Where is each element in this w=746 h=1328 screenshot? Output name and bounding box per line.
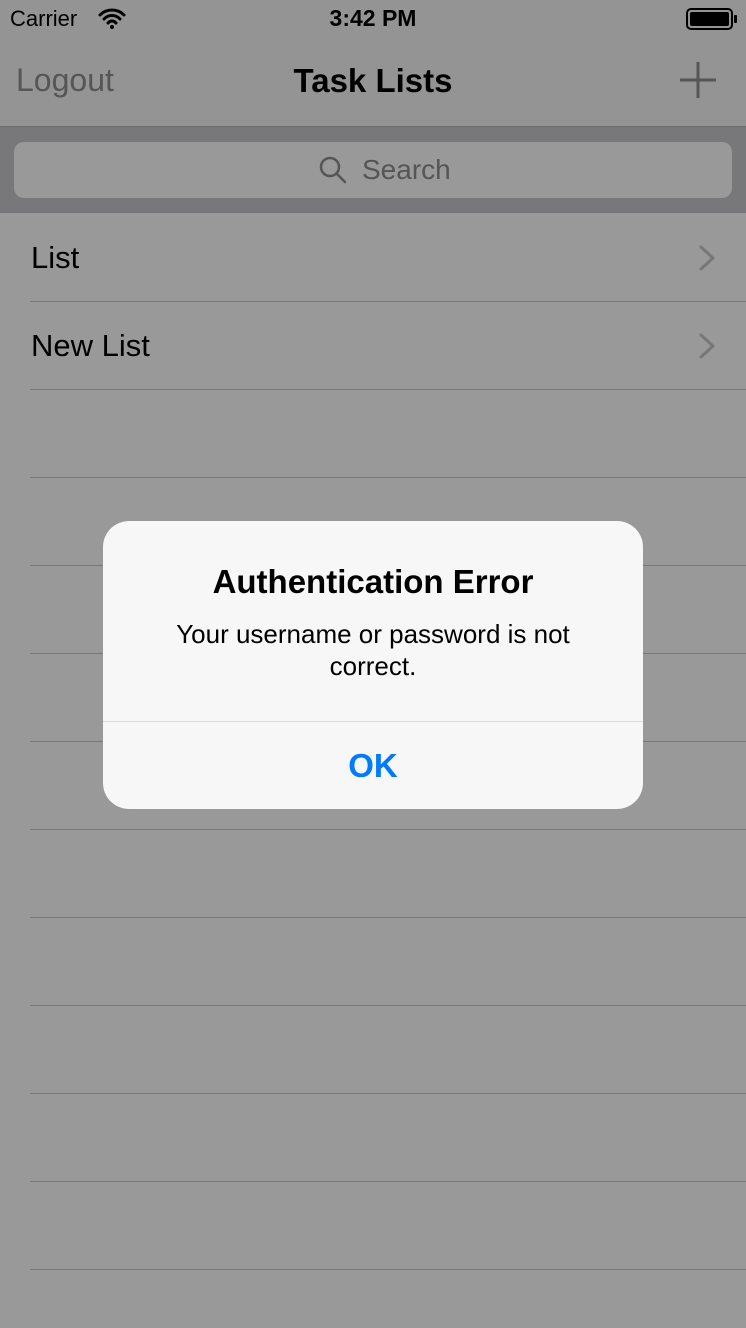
- ok-button[interactable]: OK: [103, 722, 643, 809]
- alert-title: Authentication Error: [212, 563, 534, 600]
- alert-message: Your username or password is not correct…: [176, 619, 570, 681]
- alert-dialog: Authentication Error Your username or pa…: [103, 521, 643, 809]
